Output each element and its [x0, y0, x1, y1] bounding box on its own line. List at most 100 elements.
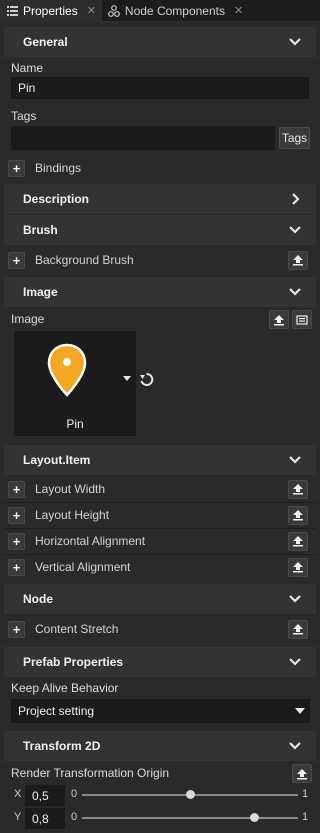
origin-move-up-button[interactable]: [292, 764, 312, 783]
add-binding-button[interactable]: +: [8, 159, 25, 177]
section-title: Brush: [23, 223, 58, 237]
tags-label: Tags: [11, 109, 37, 123]
image-label: Image: [11, 312, 45, 326]
move-up-icon: [274, 314, 284, 325]
chevron-down-icon: [295, 708, 305, 714]
name-label: Name: [11, 61, 44, 75]
origin-label: Render Transformation Origin: [11, 766, 170, 780]
section-image[interactable]: Image: [4, 277, 316, 307]
move-up-icon: [293, 484, 303, 495]
section-transform-2d[interactable]: Transform 2D: [4, 731, 316, 761]
section-title: Image: [23, 285, 58, 299]
bindings-row: + Bindings: [4, 155, 316, 181]
chevron-down-icon: [289, 226, 301, 234]
x-slider-thumb[interactable]: [185, 790, 195, 799]
properties-panel: General Name Pin Tags Tags + Bindings De…: [0, 22, 320, 833]
section-prefab-properties[interactable]: Prefab Properties: [4, 647, 316, 677]
background-brush-label: Background Brush: [35, 253, 134, 267]
add-content-stretch-button[interactable]: +: [8, 620, 25, 638]
y-max-label: 1: [302, 811, 309, 823]
x-axis-label: X: [14, 788, 22, 800]
chevron-down-icon: [289, 456, 301, 464]
layout-width-label: Layout Width: [35, 482, 106, 496]
y-min-label: 0: [71, 811, 78, 823]
move-up-icon: [297, 768, 307, 779]
content-stretch-label: Content Stretch: [35, 622, 119, 636]
reset-icon[interactable]: [139, 372, 154, 387]
keep-alive-label: Keep Alive Behavior: [11, 681, 119, 695]
chevron-down-icon: [289, 742, 301, 750]
image-preview-name: Pin: [66, 417, 84, 431]
move-up-button[interactable]: [288, 557, 308, 577]
pin-icon: [47, 343, 87, 397]
section-general[interactable]: General: [4, 27, 316, 57]
move-up-icon: [293, 624, 303, 635]
image-move-up-button[interactable]: [269, 310, 289, 329]
name-field[interactable]: Pin: [11, 77, 309, 99]
chevron-down-icon: [289, 595, 301, 603]
section-brush[interactable]: Brush: [4, 215, 316, 245]
move-up-button[interactable]: [288, 531, 308, 551]
tab-node-components[interactable]: Node Components ✕: [102, 0, 249, 21]
move-up-icon: [293, 510, 303, 521]
properties-icon: [6, 5, 18, 17]
close-icon[interactable]: ✕: [87, 4, 96, 17]
tab-properties-label: Properties: [23, 3, 78, 18]
vertical-alignment-row: + Vertical Alignment: [4, 554, 316, 580]
y-slider[interactable]: [82, 817, 298, 819]
add-vertical-alignment-button[interactable]: +: [8, 558, 25, 576]
move-up-button[interactable]: [288, 619, 308, 639]
move-up-icon: [293, 536, 303, 547]
horizontal-alignment-label: Horizontal Alignment: [35, 534, 146, 548]
section-title: Transform 2D: [23, 739, 101, 753]
move-up-button[interactable]: [288, 505, 308, 525]
move-up-icon: [293, 562, 303, 573]
bindings-label: Bindings: [35, 161, 82, 175]
content-stretch-row: + Content Stretch: [4, 616, 316, 642]
vertical-alignment-label: Vertical Alignment: [35, 560, 131, 574]
x-min-label: 0: [71, 788, 78, 800]
background-brush-row: + Background Brush: [4, 247, 316, 273]
chevron-down-icon: [289, 288, 301, 296]
move-up-button[interactable]: [288, 479, 308, 499]
layout-height-row: + Layout Height: [4, 502, 316, 528]
chevron-right-icon: [292, 193, 300, 205]
section-title: Node: [23, 592, 53, 606]
section-description[interactable]: Description: [4, 184, 316, 214]
section-title: Layout.Item: [23, 453, 91, 467]
tab-properties[interactable]: Properties ✕: [0, 0, 102, 21]
section-title: General: [23, 35, 68, 49]
chevron-down-icon: [289, 38, 301, 46]
layout-width-row: + Layout Width: [4, 476, 316, 502]
add-background-brush-button[interactable]: +: [8, 251, 25, 269]
add-layout-height-button[interactable]: +: [8, 506, 25, 524]
horizontal-alignment-row: + Horizontal Alignment: [4, 528, 316, 554]
image-browse-button[interactable]: [292, 310, 312, 329]
move-up-button[interactable]: [288, 250, 308, 270]
image-preview[interactable]: Pin: [14, 331, 136, 436]
tags-field[interactable]: [11, 126, 275, 150]
add-horizontal-alignment-button[interactable]: +: [8, 532, 25, 550]
keep-alive-select[interactable]: Project setting: [11, 699, 310, 723]
x-max-label: 1: [302, 788, 309, 800]
section-layout-item[interactable]: Layout.Item: [4, 445, 316, 475]
components-icon: [108, 4, 120, 17]
keep-alive-value: Project setting: [18, 704, 95, 718]
tab-node-components-label: Node Components: [124, 3, 225, 18]
y-axis-label: Y: [14, 811, 22, 823]
chevron-down-icon: [289, 658, 301, 666]
move-up-icon: [293, 255, 303, 266]
y-value-field[interactable]: 0,8: [25, 808, 65, 829]
tab-bar: Properties ✕ Node Components ✕: [0, 0, 320, 22]
section-title: Prefab Properties: [23, 655, 124, 669]
add-layout-width-button[interactable]: +: [8, 480, 25, 498]
tags-button[interactable]: Tags: [279, 127, 310, 149]
section-title: Description: [23, 192, 90, 206]
layout-height-label: Layout Height: [35, 508, 110, 522]
dropdown-arrow-icon[interactable]: [122, 375, 132, 383]
x-value-field[interactable]: 0,5: [25, 785, 65, 806]
y-slider-thumb[interactable]: [250, 813, 260, 822]
close-icon[interactable]: ✕: [234, 4, 243, 17]
section-node[interactable]: Node: [4, 584, 316, 614]
image-browse-icon: [296, 314, 308, 325]
